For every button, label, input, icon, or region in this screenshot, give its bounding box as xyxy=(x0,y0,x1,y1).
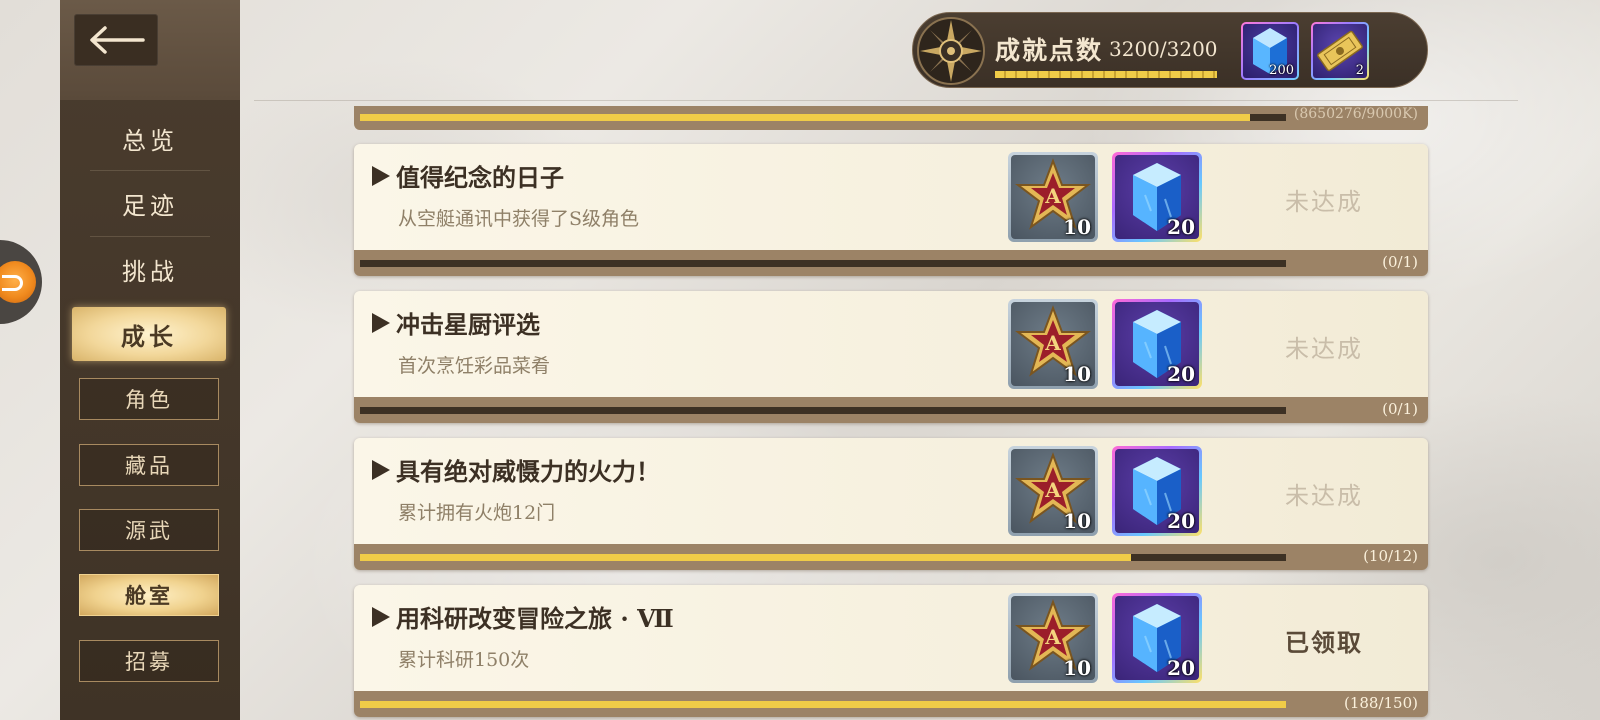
header-ticket-item[interactable]: 2 xyxy=(1311,22,1369,80)
achievement-description: 首次烹饪彩品菜肴 xyxy=(398,355,551,377)
sidebar-subitem-label: 舱室 xyxy=(125,583,173,608)
play-triangle-icon xyxy=(372,459,390,480)
achievement-status: 已领取 xyxy=(1285,628,1363,657)
sidebar-subitem-label: 角色 xyxy=(125,388,173,412)
achievement-title: 具有绝对威慑力的火力！ xyxy=(372,452,660,487)
sidebar-subitem-label: 源武 xyxy=(125,519,173,543)
achievement-status: 未达成 xyxy=(1285,335,1363,363)
sidebar-item-label: 足迹 xyxy=(122,191,178,220)
achievement-card: 用科研改变冒险之旅 · Ⅶ 累计科研150次 A 10 20 已领取 (188/… xyxy=(354,585,1428,717)
reward-quantity: 20 xyxy=(1167,509,1195,533)
play-triangle-icon xyxy=(372,312,390,333)
play-triangle-icon xyxy=(372,606,390,627)
svg-text:A: A xyxy=(1044,184,1061,208)
achievement-title: 冲击星厨评选 xyxy=(372,305,540,340)
floating-assistant-button[interactable] xyxy=(0,240,42,324)
sidebar-item-label: 挑战 xyxy=(122,257,178,286)
sidebar-subitem-recruit[interactable]: 招募 xyxy=(79,640,219,682)
sidebar-item-label: 成长 xyxy=(121,321,177,351)
reward-crystal-slot[interactable]: 20 xyxy=(1112,446,1202,536)
achievement-progress-fill xyxy=(360,554,1132,561)
points-progress-bar xyxy=(995,71,1217,78)
achievement-progress-bar xyxy=(360,260,1286,267)
achievement-progress-fill xyxy=(360,114,1250,121)
sidebar-item-label: 总览 xyxy=(122,126,178,155)
points-label: 成就点数 xyxy=(995,36,1104,65)
reward-medal-slot[interactable]: A 10 xyxy=(1008,152,1098,242)
achievement-description: 累计科研150次 xyxy=(398,649,530,671)
sidebar-item-overview[interactable]: 总览 xyxy=(90,106,210,170)
achievement-progress-bar xyxy=(360,701,1286,708)
achievement-progress-bar xyxy=(360,114,1286,121)
header-divider xyxy=(254,100,1518,101)
reward-quantity: 10 xyxy=(1063,509,1091,533)
reward-medal-slot[interactable]: A 10 xyxy=(1008,446,1098,536)
sidebar-item-footprints[interactable]: 足迹 xyxy=(90,171,210,235)
compass-emblem-icon xyxy=(917,17,985,85)
play-triangle-icon xyxy=(372,165,390,186)
achievement-title-text: 用科研改变冒险之旅 · Ⅶ xyxy=(396,604,674,633)
svg-text:A: A xyxy=(1044,478,1061,502)
achievement-progress-bar xyxy=(360,554,1286,561)
achievement-count: (188/150) xyxy=(1343,694,1418,712)
achievement-progress-fill xyxy=(360,701,1286,708)
achievement-count: (8650276/9000K) xyxy=(1293,106,1418,122)
svg-text:A: A xyxy=(1044,331,1061,355)
reward-medal-slot[interactable]: A 10 xyxy=(1008,593,1098,683)
reward-crystal-slot[interactable]: 20 xyxy=(1112,299,1202,389)
sidebar-subitem-label: 招募 xyxy=(125,650,173,674)
achievement-description: 累计拥有火炮12门 xyxy=(398,502,556,524)
reward-quantity: 20 xyxy=(1167,656,1195,680)
achievement-title-text: 具有绝对威慑力的火力！ xyxy=(396,457,660,486)
sidebar-subitem-cabin[interactable]: 舱室 xyxy=(79,574,219,616)
achievement-card: 冲击星厨评选 首次烹饪彩品菜肴 A 10 20 未达成 (0/1) xyxy=(354,291,1428,423)
achievement-title: 用科研改变冒险之旅 · Ⅶ xyxy=(372,599,674,634)
reward-quantity: 10 xyxy=(1063,362,1091,386)
points-progress-fill xyxy=(995,71,1217,78)
sidebar-subitem-characters[interactable]: 角色 xyxy=(79,378,219,420)
sidebar-header xyxy=(60,0,240,100)
reward-crystal-slot[interactable]: 20 xyxy=(1112,152,1202,242)
achievement-description: 从空艇通讯中获得了S级角色 xyxy=(398,208,640,230)
reward-quantity: 10 xyxy=(1063,656,1091,680)
header-crystal-item[interactable]: 200 xyxy=(1241,22,1299,80)
achievement-count: (0/1) xyxy=(1382,253,1418,271)
sidebar-subitem-weapons[interactable]: 源武 xyxy=(79,509,219,551)
reward-crystal-slot[interactable]: 20 xyxy=(1112,593,1202,683)
achievement-title: 值得纪念的日子 xyxy=(372,158,564,193)
assistant-avatar-icon xyxy=(0,261,36,303)
item-quantity: 2 xyxy=(1355,63,1364,78)
back-button[interactable] xyxy=(74,14,158,66)
achievement-title-text: 冲击星厨评选 xyxy=(396,310,540,339)
achievement-count: (0/1) xyxy=(1382,400,1418,418)
sidebar-subitem-collection[interactable]: 藏品 xyxy=(79,444,219,486)
previous-achievement-footer: (8650276/9000K) xyxy=(354,106,1428,130)
sidebar-item-growth[interactable]: 成长 xyxy=(72,307,226,361)
reward-quantity: 20 xyxy=(1167,215,1195,239)
achievement-title-text: 值得纪念的日子 xyxy=(396,163,564,192)
achievement-progress-bar xyxy=(360,407,1286,414)
sidebar-item-challenge[interactable]: 挑战 xyxy=(90,237,210,301)
achievement-count: (10/12) xyxy=(1363,547,1418,565)
sidebar: 总览 足迹 挑战 成长 角色 藏品 源武 舱室 招募 xyxy=(60,0,240,720)
reward-quantity: 10 xyxy=(1063,215,1091,239)
achievement-status: 未达成 xyxy=(1285,482,1363,510)
reward-quantity: 20 xyxy=(1167,362,1195,386)
points-value: 3200/3200 xyxy=(1109,37,1218,61)
achievement-card: 值得纪念的日子 从空艇通讯中获得了S级角色 A 10 20 未达成 (0/1) xyxy=(354,144,1428,276)
svg-text:A: A xyxy=(1044,625,1061,649)
sidebar-subitem-label: 藏品 xyxy=(125,454,173,478)
achievement-points-panel: 成就点数 3200/3200 200 2 xyxy=(912,12,1428,88)
achievement-status: 未达成 xyxy=(1285,188,1363,216)
item-quantity: 200 xyxy=(1269,63,1294,78)
achievement-card: 具有绝对威慑力的火力！ 累计拥有火炮12门 A 10 20 未达成 (10/12… xyxy=(354,438,1428,570)
reward-medal-slot[interactable]: A 10 xyxy=(1008,299,1098,389)
back-arrow-icon xyxy=(90,26,145,54)
